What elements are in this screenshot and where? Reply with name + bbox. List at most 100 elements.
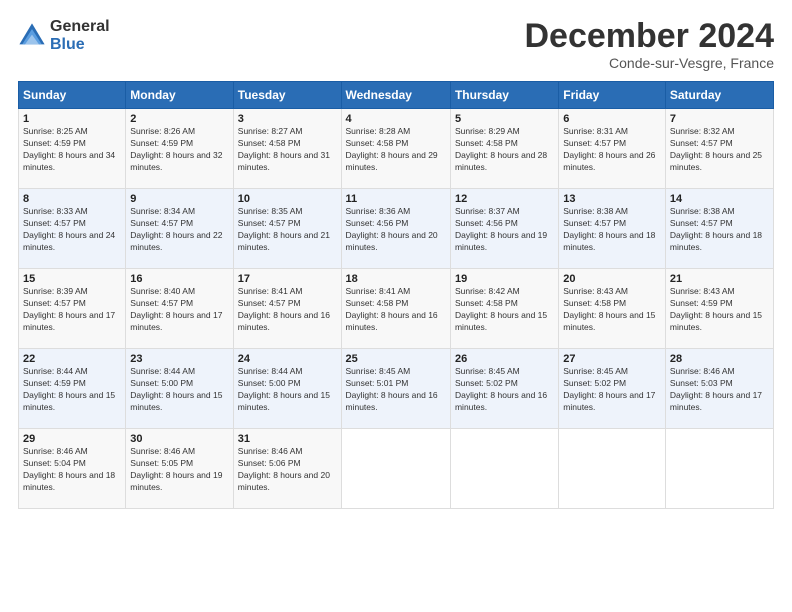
day-cell-16: 16 Sunrise: 8:40 AMSunset: 4:57 PMDaylig… (126, 269, 233, 349)
day-number: 9 (130, 193, 228, 205)
day-cell-29: 29 Sunrise: 8:46 AMSunset: 5:04 PMDaylig… (19, 429, 126, 509)
day-info: Sunrise: 8:28 AMSunset: 4:58 PMDaylight:… (346, 126, 438, 172)
empty-cell (665, 429, 773, 509)
day-number: 21 (670, 273, 769, 285)
empty-cell (450, 429, 558, 509)
day-cell-23: 23 Sunrise: 8:44 AMSunset: 5:00 PMDaylig… (126, 349, 233, 429)
logo-icon (18, 22, 46, 50)
day-info: Sunrise: 8:25 AMSunset: 4:59 PMDaylight:… (23, 126, 115, 172)
day-cell-10: 10 Sunrise: 8:35 AMSunset: 4:57 PMDaylig… (233, 189, 341, 269)
day-cell-31: 31 Sunrise: 8:46 AMSunset: 5:06 PMDaylig… (233, 429, 341, 509)
header-cell-saturday: Saturday (665, 82, 773, 109)
header-cell-sunday: Sunday (19, 82, 126, 109)
day-cell-12: 12 Sunrise: 8:37 AMSunset: 4:56 PMDaylig… (450, 189, 558, 269)
day-info: Sunrise: 8:34 AMSunset: 4:57 PMDaylight:… (130, 206, 222, 252)
day-number: 4 (346, 113, 446, 125)
day-number: 1 (23, 113, 121, 125)
day-info: Sunrise: 8:39 AMSunset: 4:57 PMDaylight:… (23, 286, 115, 332)
day-number: 27 (563, 353, 661, 365)
header-cell-friday: Friday (559, 82, 666, 109)
day-cell-22: 22 Sunrise: 8:44 AMSunset: 4:59 PMDaylig… (19, 349, 126, 429)
day-number: 23 (130, 353, 228, 365)
week-row-5: 29 Sunrise: 8:46 AMSunset: 5:04 PMDaylig… (19, 429, 774, 509)
day-cell-20: 20 Sunrise: 8:43 AMSunset: 4:58 PMDaylig… (559, 269, 666, 349)
day-info: Sunrise: 8:29 AMSunset: 4:58 PMDaylight:… (455, 126, 547, 172)
day-info: Sunrise: 8:45 AMSunset: 5:01 PMDaylight:… (346, 366, 438, 412)
day-cell-27: 27 Sunrise: 8:45 AMSunset: 5:02 PMDaylig… (559, 349, 666, 429)
day-info: Sunrise: 8:33 AMSunset: 4:57 PMDaylight:… (23, 206, 115, 252)
day-number: 19 (455, 273, 554, 285)
day-cell-8: 8 Sunrise: 8:33 AMSunset: 4:57 PMDayligh… (19, 189, 126, 269)
page: General Blue December 2024 Conde-sur-Ves… (0, 0, 792, 612)
day-cell-1: 1 Sunrise: 8:25 AMSunset: 4:59 PMDayligh… (19, 109, 126, 189)
day-number: 29 (23, 433, 121, 445)
day-cell-24: 24 Sunrise: 8:44 AMSunset: 5:00 PMDaylig… (233, 349, 341, 429)
day-number: 5 (455, 113, 554, 125)
logo: General Blue (18, 18, 110, 53)
day-info: Sunrise: 8:40 AMSunset: 4:57 PMDaylight:… (130, 286, 222, 332)
day-info: Sunrise: 8:36 AMSunset: 4:56 PMDaylight:… (346, 206, 438, 252)
header-cell-wednesday: Wednesday (341, 82, 450, 109)
day-info: Sunrise: 8:37 AMSunset: 4:56 PMDaylight:… (455, 206, 547, 252)
day-info: Sunrise: 8:46 AMSunset: 5:05 PMDaylight:… (130, 446, 222, 492)
day-cell-17: 17 Sunrise: 8:41 AMSunset: 4:57 PMDaylig… (233, 269, 341, 349)
day-cell-5: 5 Sunrise: 8:29 AMSunset: 4:58 PMDayligh… (450, 109, 558, 189)
day-number: 7 (670, 113, 769, 125)
day-cell-21: 21 Sunrise: 8:43 AMSunset: 4:59 PMDaylig… (665, 269, 773, 349)
day-number: 3 (238, 113, 337, 125)
month-title: December 2024 (524, 18, 774, 55)
logo-blue-text: Blue (50, 36, 110, 54)
location: Conde-sur-Vesgre, France (524, 55, 774, 71)
day-cell-2: 2 Sunrise: 8:26 AMSunset: 4:59 PMDayligh… (126, 109, 233, 189)
day-info: Sunrise: 8:31 AMSunset: 4:57 PMDaylight:… (563, 126, 655, 172)
week-row-2: 8 Sunrise: 8:33 AMSunset: 4:57 PMDayligh… (19, 189, 774, 269)
day-info: Sunrise: 8:46 AMSunset: 5:06 PMDaylight:… (238, 446, 330, 492)
day-number: 26 (455, 353, 554, 365)
logo-text: General Blue (50, 18, 110, 53)
day-number: 17 (238, 273, 337, 285)
week-row-1: 1 Sunrise: 8:25 AMSunset: 4:59 PMDayligh… (19, 109, 774, 189)
logo-general-text: General (50, 18, 110, 36)
day-number: 16 (130, 273, 228, 285)
day-cell-7: 7 Sunrise: 8:32 AMSunset: 4:57 PMDayligh… (665, 109, 773, 189)
day-cell-15: 15 Sunrise: 8:39 AMSunset: 4:57 PMDaylig… (19, 269, 126, 349)
day-info: Sunrise: 8:45 AMSunset: 5:02 PMDaylight:… (455, 366, 547, 412)
day-number: 30 (130, 433, 228, 445)
day-cell-14: 14 Sunrise: 8:38 AMSunset: 4:57 PMDaylig… (665, 189, 773, 269)
day-number: 8 (23, 193, 121, 205)
day-info: Sunrise: 8:26 AMSunset: 4:59 PMDaylight:… (130, 126, 222, 172)
day-number: 24 (238, 353, 337, 365)
day-number: 2 (130, 113, 228, 125)
header-cell-thursday: Thursday (450, 82, 558, 109)
week-row-3: 15 Sunrise: 8:39 AMSunset: 4:57 PMDaylig… (19, 269, 774, 349)
day-number: 12 (455, 193, 554, 205)
day-cell-13: 13 Sunrise: 8:38 AMSunset: 4:57 PMDaylig… (559, 189, 666, 269)
day-number: 11 (346, 193, 446, 205)
title-block: December 2024 Conde-sur-Vesgre, France (524, 18, 774, 71)
day-info: Sunrise: 8:41 AMSunset: 4:58 PMDaylight:… (346, 286, 438, 332)
day-cell-30: 30 Sunrise: 8:46 AMSunset: 5:05 PMDaylig… (126, 429, 233, 509)
header-row: SundayMondayTuesdayWednesdayThursdayFrid… (19, 82, 774, 109)
day-cell-3: 3 Sunrise: 8:27 AMSunset: 4:58 PMDayligh… (233, 109, 341, 189)
day-info: Sunrise: 8:46 AMSunset: 5:03 PMDaylight:… (670, 366, 762, 412)
empty-cell (559, 429, 666, 509)
day-number: 14 (670, 193, 769, 205)
day-number: 6 (563, 113, 661, 125)
day-number: 22 (23, 353, 121, 365)
day-cell-28: 28 Sunrise: 8:46 AMSunset: 5:03 PMDaylig… (665, 349, 773, 429)
day-number: 28 (670, 353, 769, 365)
day-number: 20 (563, 273, 661, 285)
day-info: Sunrise: 8:35 AMSunset: 4:57 PMDaylight:… (238, 206, 330, 252)
day-info: Sunrise: 8:46 AMSunset: 5:04 PMDaylight:… (23, 446, 115, 492)
day-info: Sunrise: 8:27 AMSunset: 4:58 PMDaylight:… (238, 126, 330, 172)
day-cell-19: 19 Sunrise: 8:42 AMSunset: 4:58 PMDaylig… (450, 269, 558, 349)
day-info: Sunrise: 8:32 AMSunset: 4:57 PMDaylight:… (670, 126, 762, 172)
day-info: Sunrise: 8:45 AMSunset: 5:02 PMDaylight:… (563, 366, 655, 412)
day-number: 15 (23, 273, 121, 285)
day-cell-9: 9 Sunrise: 8:34 AMSunset: 4:57 PMDayligh… (126, 189, 233, 269)
day-info: Sunrise: 8:44 AMSunset: 4:59 PMDaylight:… (23, 366, 115, 412)
header-cell-monday: Monday (126, 82, 233, 109)
week-row-4: 22 Sunrise: 8:44 AMSunset: 4:59 PMDaylig… (19, 349, 774, 429)
day-cell-4: 4 Sunrise: 8:28 AMSunset: 4:58 PMDayligh… (341, 109, 450, 189)
day-number: 25 (346, 353, 446, 365)
